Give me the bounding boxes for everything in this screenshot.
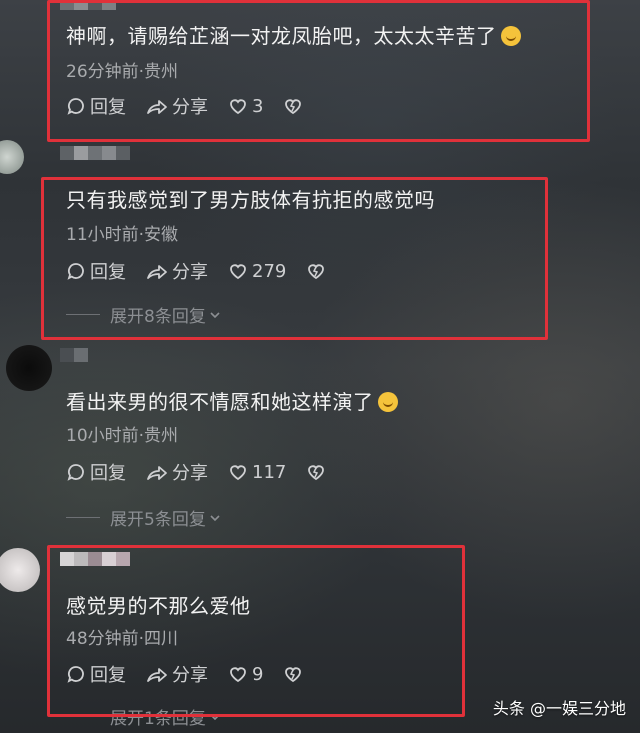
divider-line	[66, 314, 100, 315]
chevron-down-icon	[210, 514, 220, 521]
heart-icon	[230, 99, 246, 115]
comment-actions: 回复 分享 3	[66, 93, 327, 119]
like-count: 279	[252, 260, 287, 282]
share-arrow-icon	[147, 466, 167, 480]
dislike-button[interactable]	[306, 261, 330, 281]
comment-bubble-icon	[67, 666, 84, 683]
like-count: 3	[252, 95, 264, 117]
broken-heart-icon	[285, 99, 302, 115]
broken-heart-icon	[285, 667, 302, 683]
expand-replies-button[interactable]: 展开8条回复	[66, 302, 222, 327]
share-arrow-icon	[147, 668, 167, 682]
username-mosaic	[60, 348, 88, 362]
comment-meta: 26分钟前·贵州	[66, 62, 179, 82]
expand-replies-button[interactable]: 展开1条回复	[66, 704, 222, 729]
reply-button[interactable]: 回复	[66, 459, 126, 485]
reply-button[interactable]: 回复	[66, 661, 126, 687]
reply-button[interactable]: 回复	[66, 93, 126, 119]
share-arrow-icon	[147, 265, 167, 279]
comment-meta: 11小时前·安徽	[66, 225, 179, 245]
avatar	[6, 345, 52, 391]
share-button[interactable]: 分享	[146, 93, 208, 119]
chevron-down-icon	[210, 713, 220, 720]
heart-icon	[230, 465, 246, 481]
share-button[interactable]: 分享	[146, 661, 208, 687]
share-button[interactable]: 分享	[146, 258, 208, 284]
crying-face-emoji-icon	[500, 26, 521, 46]
divider-line	[66, 517, 100, 518]
username-mosaic	[60, 0, 116, 10]
laughing-crying-emoji-icon	[377, 392, 398, 412]
like-count: 9	[252, 663, 264, 685]
heart-icon	[230, 264, 246, 280]
username-mosaic	[60, 146, 130, 160]
comment-meta: 10小时前·贵州	[66, 426, 179, 446]
share-button[interactable]: 分享	[146, 459, 208, 485]
like-button[interactable]: 117	[228, 462, 286, 483]
divider-line	[66, 716, 100, 717]
comment-meta: 48分钟前·四川	[66, 629, 179, 649]
heart-icon	[230, 667, 246, 683]
comment-actions: 回复 分享 117	[66, 459, 350, 485]
watermark: 头条 @一娱三分地	[492, 699, 626, 718]
avatar	[0, 140, 24, 174]
username-mosaic	[60, 552, 130, 566]
comment-bubble-icon	[67, 98, 84, 115]
like-button[interactable]: 279	[228, 261, 286, 282]
comment-bubble-icon	[67, 263, 84, 280]
like-count: 117	[252, 461, 287, 483]
dislike-button[interactable]	[306, 462, 330, 482]
broken-heart-icon	[308, 264, 325, 280]
dislike-button[interactable]	[283, 96, 307, 116]
comment-text: 感觉男的不那么爱他	[66, 594, 251, 618]
comment-text: 看出来男的很不情愿和她这样演了	[66, 386, 398, 415]
reply-button[interactable]: 回复	[66, 258, 126, 284]
expand-replies-button[interactable]: 展开5条回复	[66, 505, 222, 530]
comment-actions: 回复 分享 279	[66, 258, 350, 284]
comment-text: 神啊，请赐给芷涵一对龙凤胎吧，太太太辛苦了	[66, 20, 521, 49]
comment-text: 只有我感觉到了男方肢体有抗拒的感觉吗	[66, 188, 435, 212]
like-button[interactable]: 9	[228, 664, 263, 685]
avatar	[0, 548, 40, 592]
broken-heart-icon	[308, 465, 325, 481]
share-arrow-icon	[147, 100, 167, 114]
comment-actions: 回复 分享 9	[66, 661, 327, 687]
like-button[interactable]: 3	[228, 96, 263, 117]
chevron-down-icon	[210, 311, 220, 318]
comment-bubble-icon	[67, 464, 84, 481]
dislike-button[interactable]	[283, 664, 307, 684]
